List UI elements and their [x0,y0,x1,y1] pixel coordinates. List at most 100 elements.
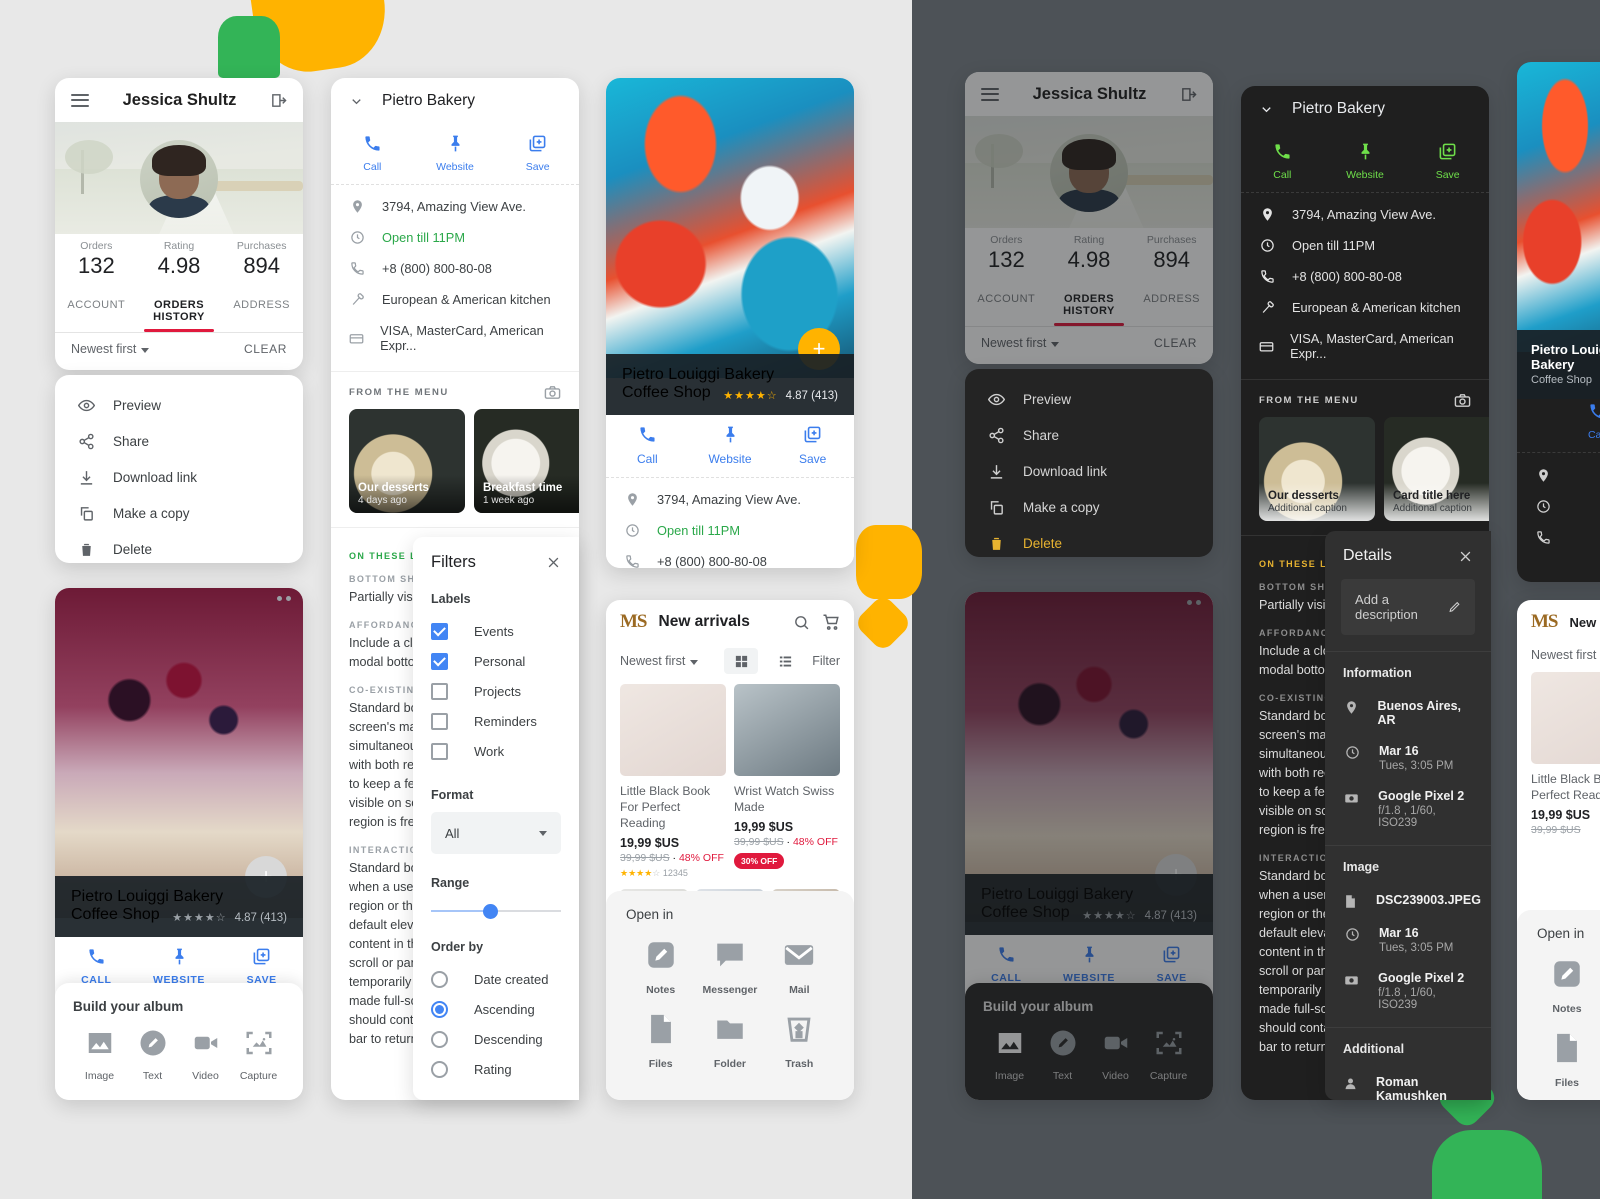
camera-icon[interactable] [1454,392,1471,409]
menu-item-share[interactable]: Share [965,417,1213,453]
album-item-capture[interactable]: Capture [232,1028,285,1082]
product-card[interactable]: Little Black Book For Perfect Reading 19… [620,684,726,879]
call-action[interactable]: Call [331,124,414,184]
call-action[interactable]: Call [1517,392,1600,452]
open-in-files[interactable]: Files [626,1012,695,1070]
product-image [1531,672,1600,764]
description-input[interactable]: Add a description [1341,579,1475,635]
location-icon [1259,207,1276,222]
call-action[interactable]: Call [1241,132,1324,192]
pencil-icon [647,942,674,968]
shop-toolbar: Newest first Filter [606,644,854,684]
shop-sort-dropdown[interactable]: Newest first [620,654,699,668]
radio-rating[interactable]: Rating [431,1054,561,1084]
checkbox-reminders[interactable]: Reminders [431,706,561,736]
labels-group-title: Labels [431,592,471,606]
menu-item-preview[interactable]: Preview [55,387,303,423]
tab-orders-history[interactable]: ORDERS HISTORY [138,288,221,332]
website-action[interactable]: Website [1324,132,1407,192]
chevron-down-icon[interactable] [349,94,364,109]
order-row[interactable]: Your order 34567 Delivered successful! › [55,365,303,370]
album-item-text[interactable]: Text [126,1028,179,1082]
close-icon[interactable] [1458,549,1473,564]
bakery-photo-card-light: + Pietro Louiggi Bakery Coffee Shop ★★★★… [55,588,303,1100]
card-icon [349,331,364,346]
info-row-payment: VISA, MasterCard, American Expr... [331,315,579,361]
product-price: 19,99 $US [734,820,794,834]
shop-sort-dropdown[interactable]: Newest first [1531,648,1600,662]
save-icon [1439,143,1456,160]
decorative-shape-green [218,16,280,78]
cart-icon[interactable] [822,613,840,631]
open-in-trash[interactable]: Trash [765,1012,834,1070]
open-in-mail[interactable]: Mail [765,938,834,996]
decorative-shape-green [1432,1130,1542,1199]
pencil-icon[interactable] [1448,600,1461,614]
checkbox-projects[interactable]: Projects [431,676,561,706]
camera-icon[interactable] [544,384,561,401]
product-card[interactable]: Wrist Watch Swiss Made 19,99 $US 39,99 $… [734,684,840,879]
menu-card[interactable]: Our desserts Additional caption [1259,417,1375,521]
slider-knob[interactable] [482,904,498,919]
sort-dropdown[interactable]: Newest first [71,342,150,356]
format-select[interactable]: All [431,812,561,854]
menu-item-preview[interactable]: Preview [965,381,1213,417]
menu-item-make-a-copy[interactable]: Make a copy [55,495,303,531]
save-action[interactable]: Save [771,415,854,477]
phone-icon [1535,530,1552,545]
checkbox-events[interactable]: Events [431,616,561,646]
radio-date-created[interactable]: Date created [431,964,561,994]
menu-item-make-a-copy[interactable]: Make a copy [965,489,1213,525]
album-item-video[interactable]: Video [179,1028,232,1082]
share-icon [77,433,95,450]
menu-item-delete[interactable]: Delete [965,525,1213,557]
marble-photo [1517,62,1600,352]
website-action[interactable]: Website [689,415,772,477]
range-slider[interactable] [431,900,561,922]
checkbox-icon [431,712,448,730]
checkbox-work[interactable]: Work [431,736,561,766]
open-in-notes[interactable]: Notes [626,938,695,996]
menu-card-strip[interactable]: Our desserts Additional caption Card titl… [1241,417,1489,535]
tab-address[interactable]: ADDRESS [220,288,303,332]
open-in-folder[interactable]: Folder [695,1012,764,1070]
camera-icon [1343,971,1360,987]
album-item-image[interactable]: Image [73,1028,126,1082]
location-icon [624,492,641,507]
menu-item-delete[interactable]: Delete [55,531,303,563]
grid-view-icon[interactable] [724,648,759,674]
menu-item-download-link[interactable]: Download link [55,459,303,495]
menu-item-share[interactable]: Share [55,423,303,459]
menu-card[interactable]: Breakfast time 1 week ago [474,409,579,513]
phone-icon [1259,269,1276,284]
save-action[interactable]: Save [496,124,579,184]
close-icon[interactable] [546,555,561,570]
detail-row-location: Buenos Aires, AR [1343,692,1473,737]
open-in-files[interactable]: Files [1537,1031,1597,1089]
product-card[interactable]: Little Black Book For Perfect Reading 19… [1531,672,1600,836]
detail-row-datetime: Mar 16 Tues, 3:05 PM [1343,737,1473,782]
brand-logo: MS [1531,611,1558,632]
save-action[interactable]: Save [1406,132,1489,192]
tab-account[interactable]: ACCOUNT [55,288,138,332]
file-icon [1557,1033,1577,1063]
logout-icon[interactable] [270,92,287,109]
radio-ascending[interactable]: Ascending [431,994,561,1024]
hamburger-icon[interactable] [71,93,89,107]
clear-button[interactable]: CLEAR [244,342,287,356]
menu-card-strip[interactable]: Our desserts 4 days ago Breakfast time 1 w… [331,409,579,527]
menu-item-download-link[interactable]: Download link [965,453,1213,489]
chevron-down-icon[interactable] [1259,102,1274,117]
menu-card[interactable]: Our desserts 4 days ago [349,409,465,513]
call-action[interactable]: Call [606,415,689,477]
search-icon[interactable] [793,614,810,631]
checkbox-personal[interactable]: Personal [431,646,561,676]
filter-button[interactable]: Filter [812,654,840,668]
open-in-notes[interactable]: Notes [1537,957,1597,1015]
open-in-messenger[interactable]: Messenger [695,938,764,996]
list-view-icon[interactable] [768,648,802,674]
menu-card[interactable]: Card title here Additional caption [1384,417,1489,521]
website-action[interactable]: Website [414,124,497,184]
radio-descending[interactable]: Descending [431,1024,561,1054]
download-icon [77,469,95,486]
